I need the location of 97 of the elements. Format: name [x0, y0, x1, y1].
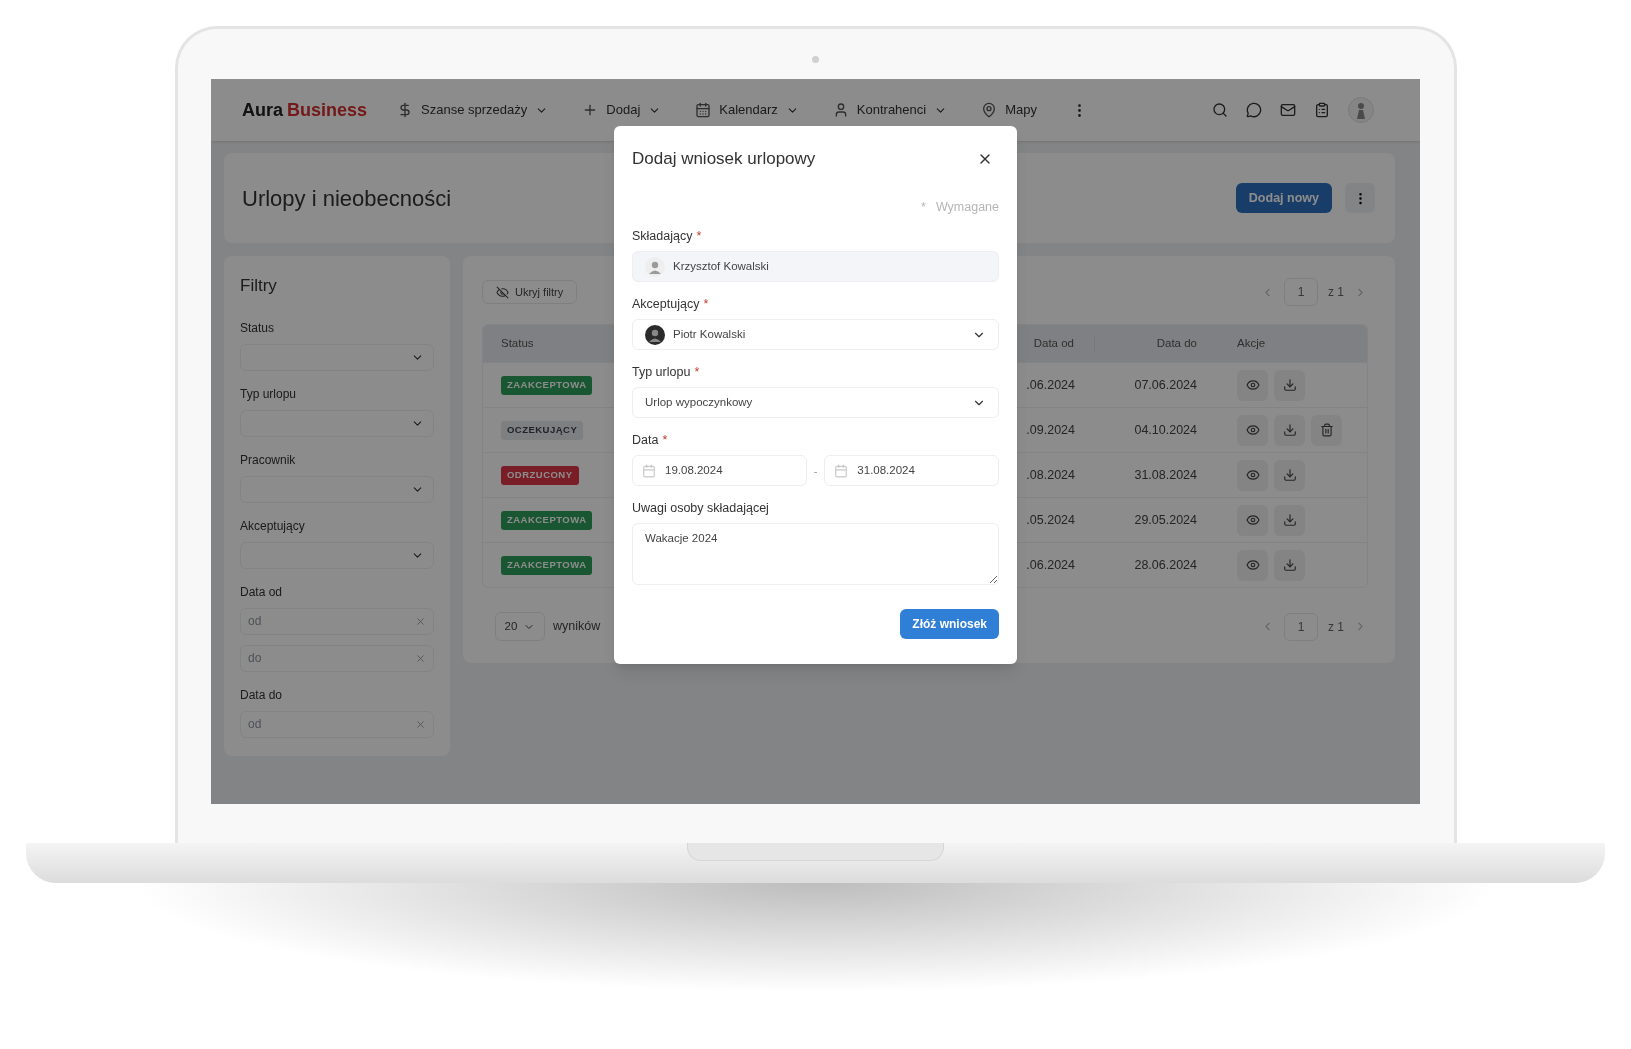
page-title: Urlopy i nieobecności — [242, 184, 452, 213]
clear-icon[interactable] — [415, 718, 426, 730]
view-button[interactable] — [1237, 549, 1268, 581]
view-button[interactable] — [1237, 504, 1268, 536]
table-cell-text: .06.2024 — [1026, 556, 1075, 574]
table-cell-text: 28.06.2024 — [1134, 556, 1197, 574]
nav-menu-item[interactable]: Kalendarz — [719, 100, 778, 120]
filter-label: Pracownik — [240, 452, 297, 468]
download-button[interactable] — [1274, 504, 1305, 536]
notes-field[interactable]: Wakacje 2024 — [632, 523, 999, 586]
filter-label: Data do — [240, 687, 284, 703]
table-cell-text: .08.2024 — [1026, 466, 1075, 484]
nav-menu-item[interactable]: Szanse sprzedaży — [421, 100, 528, 120]
add-new-button[interactable]: Dodaj nowy — [1235, 183, 1332, 213]
calendar-icon[interactable] — [695, 102, 712, 118]
required-mark: * — [703, 296, 709, 313]
logo-text[interactable]: Business — [287, 96, 368, 124]
view-button[interactable] — [1237, 459, 1268, 491]
nav-menu-item[interactable]: Kontrahenci — [856, 100, 927, 120]
download-icon[interactable] — [1282, 513, 1297, 527]
table-cell-text: .09.2024 — [1026, 421, 1075, 439]
filter-label: Status — [240, 320, 276, 336]
status-badge: OCZEKUJĄCY — [501, 421, 584, 440]
download-button[interactable] — [1274, 369, 1305, 401]
status-badge: ODRZUCONY — [501, 466, 579, 485]
required-mark: * — [662, 432, 668, 449]
status-badge: ZAAKCEPTOWA — [501, 511, 593, 530]
eye-icon[interactable] — [1245, 558, 1260, 572]
field-label: Akceptujący — [632, 296, 700, 313]
download-icon[interactable] — [1282, 423, 1297, 437]
logo-text[interactable]: Aura — [242, 96, 283, 124]
approver-select[interactable]: Piotr Kowalski — [632, 319, 999, 351]
dialog-title: Dodaj wniosek urlopowy — [632, 148, 816, 170]
status-badge: ZAAKCEPTOWA — [501, 556, 593, 575]
download-button[interactable] — [1274, 459, 1305, 491]
download-button[interactable] — [1274, 414, 1305, 446]
required-mark: * — [921, 198, 926, 216]
avatar-icon — [645, 256, 665, 277]
filter-label: Data od — [240, 584, 284, 600]
filter-label: Akceptujący — [240, 518, 306, 534]
leave-type-select[interactable]: Urlop wypoczynkowy — [632, 387, 999, 419]
download-icon[interactable] — [1282, 378, 1297, 392]
hide-filters-button[interactable]: Ukryj filtry — [482, 280, 578, 304]
calendar-icon — [642, 463, 656, 478]
download-button[interactable] — [1274, 549, 1305, 581]
required-mark: * — [696, 228, 702, 245]
page-field[interactable]: 1 — [1284, 278, 1318, 306]
calendar-icon — [834, 463, 849, 478]
date-field[interactable]: 19.08.2024 — [632, 455, 807, 487]
search-icon[interactable] — [1212, 102, 1228, 118]
submit-button[interactable]: Złóż wniosek — [900, 609, 999, 640]
column-header: Data do — [1155, 335, 1198, 351]
pin-icon[interactable] — [981, 102, 998, 118]
required-note: Wymagane — [935, 198, 999, 216]
avatar-icon — [645, 324, 665, 345]
eye-off-icon[interactable] — [496, 285, 509, 299]
eye-icon[interactable] — [1245, 423, 1260, 437]
filter-label: Typ urlopu — [240, 386, 298, 402]
clear-icon[interactable] — [415, 615, 426, 627]
column-header: Akcje — [1236, 335, 1267, 351]
view-button[interactable] — [1237, 414, 1268, 446]
field-label: Składający — [632, 228, 693, 245]
eye-icon[interactable] — [1245, 378, 1260, 392]
page-size-select[interactable]: 20 — [495, 612, 545, 641]
field-label: Typ urlopu — [632, 364, 691, 381]
view-button[interactable] — [1237, 369, 1268, 401]
page-count: z 1 — [1328, 284, 1344, 301]
table-cell-text: .06.2024 — [1026, 376, 1075, 394]
trash-icon[interactable] — [1319, 423, 1334, 437]
mail-icon[interactable] — [1280, 102, 1296, 118]
table-cell-text: 07.06.2024 — [1134, 376, 1197, 394]
required-mark: * — [694, 364, 700, 381]
page-field[interactable]: 1 — [1284, 612, 1318, 641]
eye-icon[interactable] — [1245, 513, 1260, 527]
download-icon[interactable] — [1282, 468, 1297, 482]
eye-icon[interactable] — [1245, 468, 1260, 482]
filters-title: Filtry — [240, 275, 278, 297]
field-label: Uwagi osoby składającej — [632, 500, 769, 517]
nav-menu-item[interactable]: Dodaj — [606, 100, 641, 120]
table-cell-text: 31.08.2024 — [1134, 466, 1197, 484]
page-size-label: wyników — [553, 618, 601, 636]
date-separator: - — [813, 463, 818, 479]
status-badge: ZAAKCEPTOWA — [501, 376, 593, 395]
delete-button[interactable] — [1311, 414, 1342, 446]
table-cell-text: 29.05.2024 — [1134, 511, 1197, 529]
column-header: Status — [500, 335, 535, 351]
download-icon[interactable] — [1282, 558, 1297, 572]
clipboard-icon[interactable] — [1314, 102, 1330, 118]
table-cell-text: 04.10.2024 — [1134, 421, 1197, 439]
chat-icon[interactable] — [1246, 102, 1262, 118]
user-avatar[interactable] — [1348, 97, 1374, 123]
nav-menu-item[interactable]: Mapy — [1005, 100, 1037, 120]
clear-icon[interactable] — [415, 652, 426, 664]
field-label: Data — [632, 432, 659, 449]
table-cell-text: .05.2024 — [1026, 511, 1075, 529]
date-field[interactable]: 31.08.2024 — [824, 455, 999, 487]
page-count: z 1 — [1328, 618, 1344, 636]
